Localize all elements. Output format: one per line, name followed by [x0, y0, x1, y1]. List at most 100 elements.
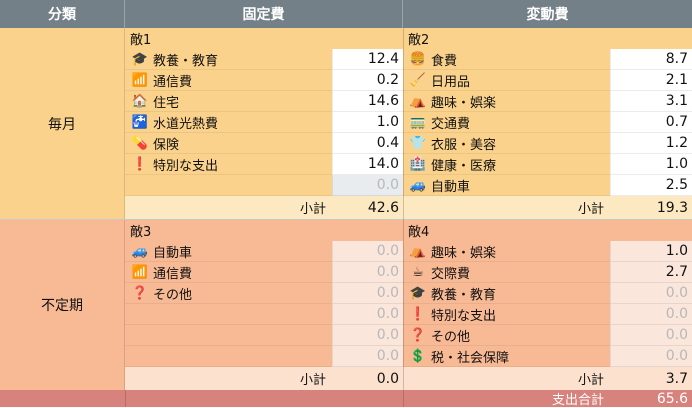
amount-cell[interactable]: 1.0 — [610, 154, 692, 175]
category-item[interactable]: 🍔 食費 — [403, 49, 610, 70]
amount-cell[interactable]: 0.0 — [332, 325, 403, 346]
category-item[interactable]: 💊 保険 — [125, 133, 332, 154]
section-title-irregular-variable: 敵4 — [403, 220, 692, 241]
category-label: 日用品 — [431, 74, 471, 90]
category-item[interactable]: 👕 衣服・美容 — [403, 133, 610, 154]
category-label: 教養・教育 — [431, 287, 497, 303]
category-label: 健康・医療 — [431, 158, 497, 174]
wifi-icon: 📶 — [131, 264, 149, 280]
category-label: 自動車 — [431, 179, 471, 195]
category-label: 自動車 — [153, 245, 193, 261]
category-item[interactable]: ❗ 特別な支出 — [125, 154, 332, 175]
category-item[interactable]: 🧹 日用品 — [403, 70, 610, 91]
amount-cell[interactable]: 2.5 — [610, 175, 692, 196]
category-item[interactable]: ⛺ 趣味・娯楽 — [403, 241, 610, 262]
amount-cell[interactable]: 0.0 — [332, 304, 403, 325]
category-item[interactable]: 📶 通信費 — [125, 70, 332, 91]
car-icon: 🚙 — [131, 243, 149, 259]
amount-cell[interactable]: 8.7 — [610, 49, 692, 70]
category-item[interactable]: 🚙 自動車 — [403, 175, 610, 196]
header-variable: 変動費 — [403, 0, 692, 28]
house-icon: 🏠 — [131, 93, 149, 109]
category-item[interactable]: 🎓 教養・教育 — [403, 283, 610, 304]
row-label-irregular: 不定期 — [0, 220, 125, 390]
category-label: 趣味・娯楽 — [431, 95, 497, 111]
amount-cell[interactable]: 1.0 — [610, 241, 692, 262]
category-item[interactable]: 📶 通信費 — [125, 262, 332, 283]
amount-cell[interactable]: 2.7 — [610, 262, 692, 283]
amount-cell[interactable]: 12.4 — [332, 49, 403, 70]
category-item[interactable]: 💲 税・社会保障 — [403, 346, 610, 367]
amount-cell[interactable]: 1.0 — [332, 112, 403, 133]
amount-cell[interactable]: 0.0 — [610, 304, 692, 325]
exclamation-icon: ❗ — [131, 156, 149, 172]
category-item[interactable]: 🎓 教養・教育 — [125, 49, 332, 70]
amount-cell[interactable]: 0.0 — [332, 241, 403, 262]
amount-cell[interactable]: 2.1 — [610, 70, 692, 91]
category-label: 通信費 — [153, 266, 193, 282]
amount-cell[interactable]: 0.0 — [332, 346, 403, 367]
amount-cell[interactable]: 1.2 — [610, 133, 692, 154]
question-icon: ❓ — [131, 285, 149, 301]
category-label: その他 — [153, 287, 193, 303]
amount-cell[interactable]: 14.6 — [332, 91, 403, 112]
amount-cell[interactable]: 14.0 — [332, 154, 403, 175]
category-item[interactable] — [125, 175, 332, 196]
shirt-icon: 👕 — [409, 135, 427, 151]
section-title-monthly-fixed: 敵1 — [125, 28, 403, 49]
category-label: 食費 — [431, 53, 458, 69]
subtotal-value-irregular-variable: 3.7 — [610, 367, 692, 390]
subtotal-value-monthly-fixed: 42.6 — [332, 196, 403, 219]
header-fixed: 固定費 — [125, 0, 403, 28]
category-item[interactable] — [125, 304, 332, 325]
train-icon: 🚃 — [409, 114, 427, 130]
total-label: 支出合計 — [551, 393, 604, 408]
amount-cell[interactable]: 0.4 — [332, 133, 403, 154]
wifi-icon: 📶 — [131, 72, 149, 88]
exclamation-icon: ❗ — [409, 306, 427, 322]
category-item[interactable]: ❓ その他 — [125, 283, 332, 304]
category-label: 保険 — [153, 137, 180, 153]
category-label: 税・社会保障 — [431, 350, 510, 366]
question-icon: ❓ — [409, 327, 427, 343]
category-item[interactable] — [125, 325, 332, 346]
category-label: その他 — [431, 329, 471, 345]
faucet-icon: 🚰 — [131, 114, 149, 130]
category-item[interactable]: ⛺ 趣味・娯楽 — [403, 91, 610, 112]
pill-icon: 💊 — [131, 135, 149, 151]
category-item[interactable]: 🚙 自動車 — [125, 241, 332, 262]
category-item[interactable]: 🚃 交通費 — [403, 112, 610, 133]
category-label: 衣服・美容 — [431, 137, 497, 153]
subtotal-label-irregular-fixed: 小計 — [125, 367, 332, 390]
category-label: 特別な支出 — [153, 158, 219, 174]
graduation-cap-icon: 🎓 — [409, 285, 427, 301]
category-label: 交通費 — [431, 116, 471, 132]
category-item[interactable] — [125, 346, 332, 367]
amount-cell[interactable]: 0.0 — [332, 175, 403, 196]
category-item[interactable]: 🏠 住宅 — [125, 91, 332, 112]
category-item[interactable]: ❗ 特別な支出 — [403, 304, 610, 325]
amount-cell[interactable]: 0.0 — [610, 325, 692, 346]
amount-cell[interactable]: 0.2 — [332, 70, 403, 91]
tent-icon: ⛺ — [409, 93, 427, 109]
amount-cell[interactable]: 0.0 — [610, 346, 692, 367]
category-label: 特別な支出 — [431, 308, 497, 324]
header-category: 分類 — [0, 0, 125, 28]
amount-cell[interactable]: 0.7 — [610, 112, 692, 133]
coffee-icon: ☕ — [412, 264, 424, 280]
category-item[interactable]: 🚰 水道光熱費 — [125, 112, 332, 133]
category-item[interactable]: 🏥 健康・医療 — [403, 154, 610, 175]
amount-cell[interactable]: 0.0 — [610, 283, 692, 304]
amount-cell[interactable]: 0.0 — [332, 283, 403, 304]
divider — [125, 390, 126, 407]
category-label: 水道光熱費 — [153, 116, 219, 132]
broom-icon: 🧹 — [409, 72, 427, 88]
tent-icon: ⛺ — [409, 243, 427, 259]
category-label: 住宅 — [153, 95, 180, 111]
subtotal-label-monthly-variable: 小計 — [403, 196, 610, 219]
category-item[interactable]: ☕ 交際費 — [403, 262, 610, 283]
subtotal-value-irregular-fixed: 0.0 — [332, 367, 403, 390]
category-item[interactable]: ❓ その他 — [403, 325, 610, 346]
amount-cell[interactable]: 3.1 — [610, 91, 692, 112]
amount-cell[interactable]: 0.0 — [332, 262, 403, 283]
